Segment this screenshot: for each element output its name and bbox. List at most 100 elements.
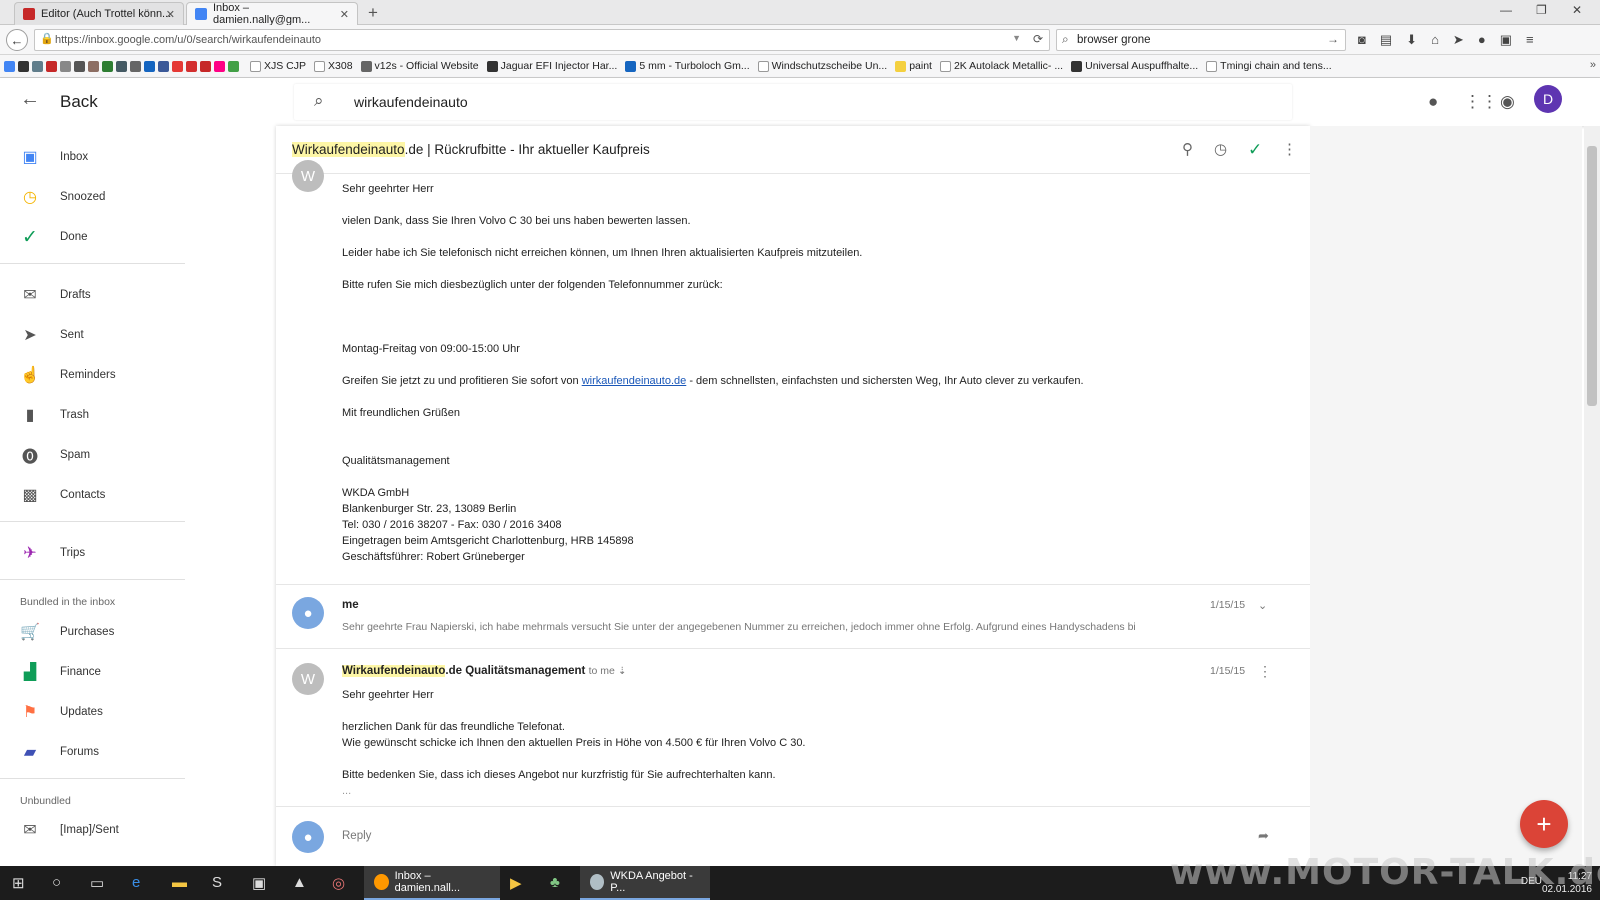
- browser-back-button[interactable]: ←: [6, 29, 28, 51]
- maximize-icon[interactable]: ❐: [1536, 3, 1547, 17]
- bookmark-favicon-icon[interactable]: [200, 60, 211, 72]
- close-tab-icon[interactable]: ✕: [166, 8, 175, 21]
- scrollbar-thumb[interactable]: [1587, 146, 1597, 406]
- website-link[interactable]: wirkaufendeinauto.de: [582, 375, 687, 387]
- compose-button[interactable]: +: [1520, 800, 1568, 848]
- bookmark-favicon-icon[interactable]: [4, 60, 15, 72]
- bookmark-favicon-icon[interactable]: [18, 60, 29, 72]
- more-bookmarks-icon[interactable]: »: [1590, 59, 1596, 71]
- sidebar-item-inbox[interactable]: ▣ Inbox: [0, 141, 276, 173]
- close-window-icon[interactable]: ✕: [1572, 3, 1582, 17]
- details-chevron-icon[interactable]: ⇣: [618, 666, 626, 677]
- sidebar-item-snoozed[interactable]: ◷ Snoozed: [0, 181, 276, 213]
- close-tab-icon[interactable]: ✕: [340, 8, 349, 21]
- bookmark-item[interactable]: X308: [314, 60, 353, 72]
- bookmark-item[interactable]: Universal Auspuffhalte...: [1071, 60, 1198, 72]
- taskbar-item-inbox[interactable]: Inbox – damien.nall...: [364, 866, 500, 900]
- bookmark-favicon-icon[interactable]: [32, 60, 43, 72]
- scrollbar[interactable]: [1584, 126, 1600, 866]
- windows-start-icon[interactable]: ⊞: [12, 874, 25, 892]
- sidebar-item-forums[interactable]: ▰ Forums: [0, 736, 276, 768]
- avatar[interactable]: D: [1534, 85, 1562, 113]
- home-icon[interactable]: ⌂: [1431, 32, 1439, 48]
- bookmark-favicon-icon[interactable]: [186, 60, 197, 72]
- bookmark-item[interactable]: 2K Autolack Metallic- ...: [939, 60, 1063, 72]
- sidebar-item-purchases[interactable]: 🛒 Purchases: [0, 616, 276, 648]
- sidebar-item-reminders[interactable]: ☝ Reminders: [0, 359, 276, 391]
- store-icon[interactable]: ▣: [252, 874, 266, 892]
- bookmark-favicon-icon[interactable]: [74, 60, 85, 72]
- app-icon[interactable]: ◎: [332, 874, 345, 892]
- bookmark-item[interactable]: XJS CJP: [250, 60, 306, 72]
- sidebar-item-updates[interactable]: ⚑ Updates: [0, 696, 276, 728]
- more-options-icon[interactable]: ⋮: [1282, 140, 1297, 158]
- sidebar-item-sent[interactable]: ➤ Sent: [0, 319, 276, 351]
- edge-icon[interactable]: e: [132, 874, 140, 891]
- bookmark-favicon-icon[interactable]: [102, 60, 113, 72]
- reload-icon[interactable]: ⟳: [1033, 32, 1043, 46]
- chevron-down-icon[interactable]: ⌄: [1258, 599, 1267, 612]
- cortana-icon[interactable]: ○: [52, 874, 61, 891]
- forums-icon: ▰: [23, 744, 37, 761]
- bookmark-favicon-icon[interactable]: [158, 60, 169, 72]
- more-options-icon[interactable]: ⋮: [1258, 663, 1272, 680]
- extension-icon[interactable]: ▣: [1500, 32, 1512, 48]
- search-go-icon[interactable]: →: [1327, 32, 1339, 46]
- quoted-text-toggle[interactable]: ...: [342, 783, 351, 799]
- menu-icon[interactable]: ≡: [1526, 32, 1534, 48]
- file-explorer-icon[interactable]: ▬: [172, 874, 187, 891]
- url-bar[interactable]: 🔒 https://inbox.google.com/u/0/search/wi…: [34, 29, 1050, 51]
- back-arrow-icon[interactable]: ←: [20, 88, 40, 111]
- bookmark-item[interactable]: v12s - Official Website: [360, 60, 479, 72]
- inbox-search-field[interactable]: ⌕ wirkaufendeinauto: [294, 84, 1292, 120]
- app-icon[interactable]: S: [212, 874, 222, 891]
- app-icon[interactable]: ♣: [550, 874, 560, 891]
- bookmark-favicon-icon[interactable]: [214, 60, 225, 72]
- new-tab-icon[interactable]: +: [368, 3, 378, 23]
- forward-icon[interactable]: ➦: [1258, 828, 1269, 844]
- sidebar-item-drafts[interactable]: ✉ Drafts: [0, 279, 276, 311]
- help-icon[interactable]: ●: [1428, 92, 1438, 112]
- sidebar-item-imap-sent[interactable]: ✉ [Imap]/Sent: [0, 814, 276, 846]
- chat-icon[interactable]: ●: [1478, 32, 1486, 48]
- bookmark-favicon-icon[interactable]: [88, 60, 99, 72]
- browser-tab-inbox[interactable]: Inbox – damien.nally@gm... ✕: [186, 2, 358, 26]
- reader-icon[interactable]: ▤: [1380, 32, 1392, 48]
- sidebar-item-done[interactable]: ✓ Done: [0, 221, 276, 253]
- notifications-icon[interactable]: ◉: [1500, 92, 1515, 112]
- bookmark-item[interactable]: Jaguar EFI Injector Har...: [486, 60, 617, 72]
- bookmark-favicon-icon[interactable]: [60, 60, 71, 72]
- sidebar-item-contacts[interactable]: ▩ Contacts: [0, 479, 276, 511]
- app-icon[interactable]: ▲: [292, 874, 307, 891]
- app-icon[interactable]: ▶: [510, 874, 522, 892]
- bookmark-favicon-icon[interactable]: [172, 60, 183, 72]
- apps-grid-icon[interactable]: ⋮⋮: [1464, 92, 1498, 112]
- back-button[interactable]: Back: [60, 92, 98, 112]
- bookmark-favicon-icon[interactable]: [144, 60, 155, 72]
- bookmark-item[interactable]: 5 mm - Turboloch Gm...: [625, 60, 750, 72]
- reply-bar[interactable]: ● Reply ➦: [276, 806, 1310, 866]
- bookmark-favicon-icon[interactable]: [130, 60, 141, 72]
- pin-icon[interactable]: ⚲: [1182, 140, 1193, 158]
- pocket-icon[interactable]: ◙: [1358, 32, 1366, 48]
- bookmark-item[interactable]: Windschutzscheibe Un...: [757, 60, 887, 72]
- sidebar-item-finance[interactable]: ▟ Finance: [0, 656, 276, 688]
- bookmark-item[interactable]: Tmingi chain and tens...: [1206, 60, 1332, 72]
- bookmark-favicon-icon[interactable]: [46, 60, 57, 72]
- browser-tab-editor[interactable]: Editor (Auch Trottel könn... ✕: [14, 2, 184, 25]
- sidebar-item-spam[interactable]: ⓿ Spam: [0, 439, 276, 471]
- url-dropdown-icon[interactable]: ▼: [1012, 33, 1021, 43]
- task-view-icon[interactable]: ▭: [90, 874, 104, 892]
- taskbar-item-wkda[interactable]: WKDA Angebot - P...: [580, 866, 710, 900]
- share-icon[interactable]: ➤: [1453, 32, 1464, 48]
- mark-done-icon[interactable]: ✓: [1248, 140, 1262, 160]
- sidebar-item-trash[interactable]: ▮ Trash: [0, 399, 276, 431]
- snooze-icon[interactable]: ◷: [1214, 140, 1227, 158]
- download-icon[interactable]: ⬇: [1406, 32, 1417, 48]
- sidebar-item-trips[interactable]: ✈ Trips: [0, 537, 276, 569]
- bookmark-item[interactable]: paint: [895, 60, 932, 72]
- minimize-icon[interactable]: —: [1500, 3, 1512, 17]
- bookmark-favicon-icon[interactable]: [228, 60, 239, 72]
- browser-search-bar[interactable]: ⌕ browser grone →: [1056, 29, 1346, 51]
- bookmark-favicon-icon[interactable]: [116, 60, 127, 72]
